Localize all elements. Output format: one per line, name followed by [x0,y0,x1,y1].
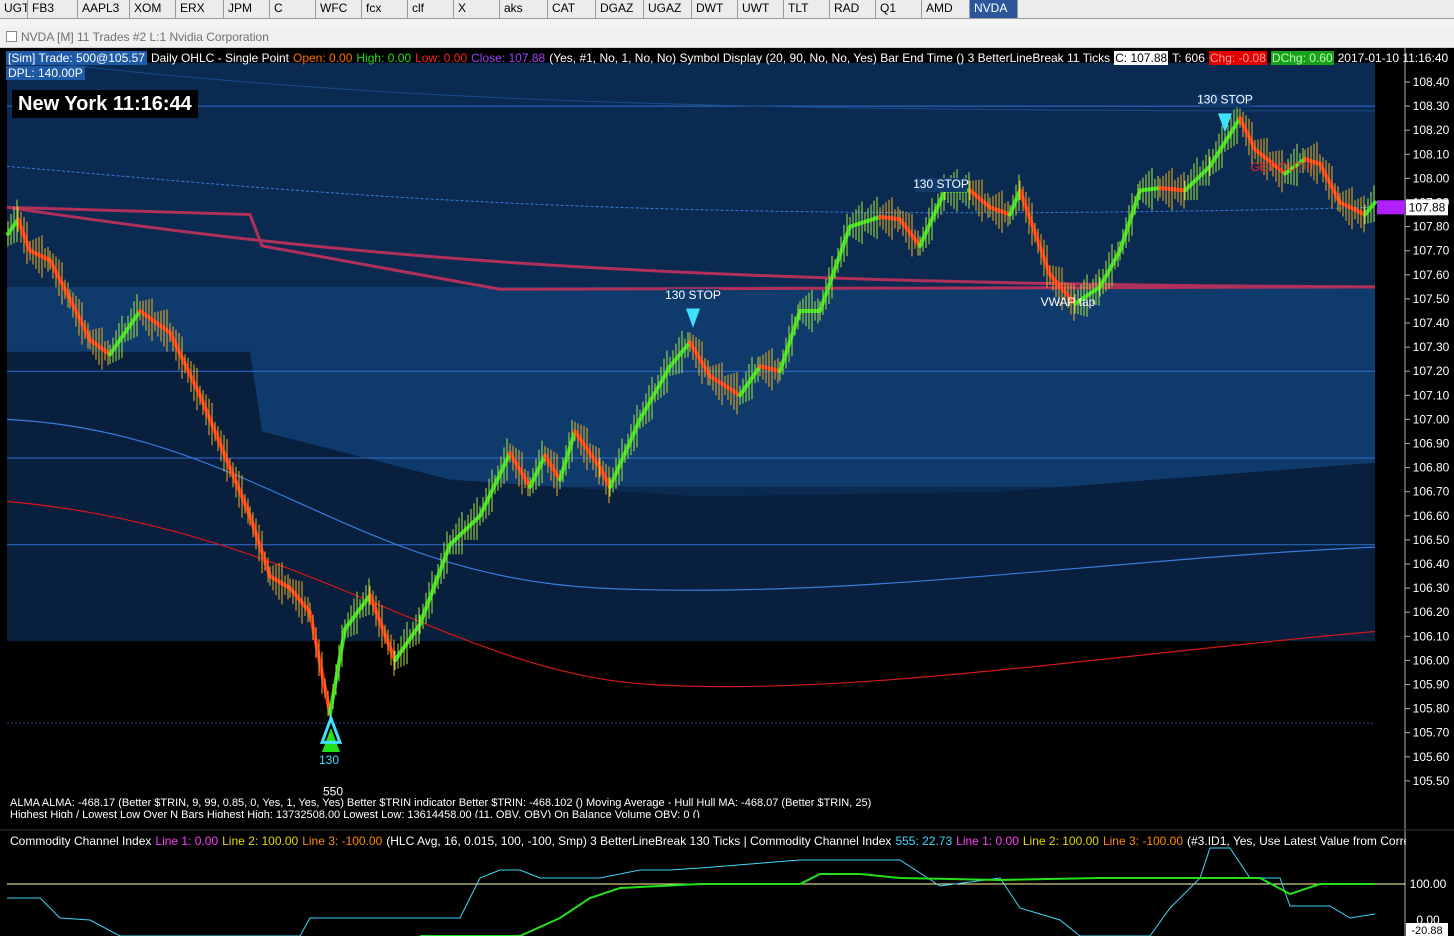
tab-cat[interactable]: CAT [548,0,596,18]
price-label: 107.10 [1413,388,1450,402]
cci-line1b: Line 1: 0.00 [956,834,1019,848]
highest-high-indicator-line: Highest High / Lowest Low Over N Bars Hi… [10,810,700,818]
dpl-badge: DPL: 140.00P [6,66,85,80]
tab-dwt[interactable]: DWT [692,0,738,18]
price-label: 106.60 [1413,509,1450,523]
close-value: Close: 107.88 [471,51,546,65]
price-label: 105.90 [1413,678,1450,692]
low-value: Low: 0.00 [415,51,468,65]
tab-tlt[interactable]: TLT [784,0,830,18]
price-label: 107.50 [1413,292,1450,306]
price-label: 106.90 [1413,437,1450,451]
price-label: 108.20 [1413,123,1450,137]
vwap-tap-label: VWAP tap [1041,295,1096,309]
alma-text: ALMA ALMA: -468.17 (Better $TRIN, 9, 99,… [10,797,872,809]
tab-nvda[interactable]: NVDA [970,0,1018,18]
cci-value: 555: 22.73 [895,834,953,848]
stop-label-1: 130 STOP [665,288,721,302]
cci-params: (HLC Avg, 16, 0.015, 100, -100, Smp) 3 B… [386,834,892,848]
price-label: 107.80 [1413,220,1450,234]
stop-label-3: 130 STOP [1197,93,1253,107]
cci-line2b: Line 2: 100.00 [1022,834,1099,848]
cci-status-line: Commodity Channel Index Line 1: 0.00 Line … [10,834,1406,848]
toolbar-gap [0,19,1454,27]
price-label: 105.50 [1413,774,1450,788]
price-label: 105.60 [1413,750,1450,764]
tab-wfc[interactable]: WFC [316,0,362,18]
cci-line3: Line 3: -100.00 [302,834,383,848]
tab-jpm[interactable]: JPM [224,0,270,18]
price-label: 106.40 [1413,557,1450,571]
highest-high-text: Highest High / Lowest Low Over N Bars Hi… [10,810,700,818]
tab-aapl3[interactable]: AAPL3 [78,0,130,18]
tab-erx[interactable]: ERX [176,0,224,18]
price-label: 106.80 [1413,461,1450,475]
price-segment [328,627,347,716]
price-label: 106.70 [1413,485,1450,499]
tick-count: T: 606 [1172,51,1205,65]
change-box: Chg: -0.08 [1208,51,1267,65]
open-value: Open: 0.00 [293,51,353,65]
tab-clf[interactable]: clf [408,0,454,18]
close-box: C: 107.88 [1114,51,1169,65]
cci-tail: (#3.ID1, Yes, Use Latest Value from Corr… [1187,834,1406,848]
price-label: 106.30 [1413,581,1450,595]
alma-indicator-line: ALMA ALMA: -468.17 (Better $TRIN, 9, 99,… [10,798,871,809]
price-label: 105.80 [1413,702,1450,716]
current-price-label: 107.88 [1409,200,1446,214]
price-label: 105.70 [1413,726,1450,740]
chart-title: NVDA [M] 11 Trades #2 L:1 Nvidia Corpora… [21,30,269,44]
current-price-marker [1377,200,1405,215]
tab-xom[interactable]: XOM [130,0,176,18]
tab-aks[interactable]: aks [500,0,548,18]
tab-dgaz[interactable]: DGAZ [596,0,644,18]
price-label: 107.30 [1413,340,1450,354]
cci-line1: Line 1: 0.00 [155,834,219,848]
price-label: 106.50 [1413,533,1450,547]
high-value: High: 0.00 [356,51,412,65]
tab-x[interactable]: X [454,0,500,18]
status-line: [Sim] Trade: 500@105.57 Daily OHLC - Sing… [6,51,1452,65]
tab-amd[interactable]: AMD [922,0,970,18]
cci-current-label: -20.88 [1411,925,1442,936]
datetime-label: 2017-01-10 11:16:40 [1337,51,1449,65]
cci-line-cyan [7,847,1376,936]
chart-title-bar: NVDA [M] 11 Trades #2 L:1 Nvidia Corpora… [0,27,1454,48]
study-params: (Yes, #1, No, 1, No, No) Symbol Display … [549,51,1111,65]
price-label: 106.20 [1413,605,1450,619]
day-change-box: DChg: 0.60 [1270,51,1334,65]
stop-label-2: 130 STOP [913,177,969,191]
price-label: 108.40 [1413,75,1450,89]
get-out-label: GET OUT!!! [1250,160,1313,174]
price-label: 107.60 [1413,268,1450,282]
price-label: 108.10 [1413,147,1450,161]
tab-uwt[interactable]: UWT [738,0,784,18]
tab-rad[interactable]: RAD [830,0,876,18]
tab-ugt3[interactable]: UGT3 [0,0,28,18]
price-label: 108.00 [1413,171,1450,185]
tab-ugaz[interactable]: UGAZ [644,0,692,18]
symbol-tab-bar: UGT3FB3AAPL3XOMERXJPMCWFCfcxclfXaksCATDG… [0,0,1454,19]
tab-fcx[interactable]: fcx [362,0,408,18]
cci-name: Commodity Channel Index [10,834,152,848]
cci-line3b: Line 3: -100.00 [1102,834,1184,848]
chart-type-label: Daily OHLC - Single Point [150,51,289,65]
cci-line2: Line 2: 100.00 [222,834,299,848]
window-icon [6,31,17,42]
sim-trade-badge[interactable]: [Sim] Trade: 500@105.57 [6,51,147,65]
price-label: 107.00 [1413,412,1450,426]
cci-line-green [420,873,1375,936]
entry-small-label: 130 [319,753,339,767]
price-label: 107.40 [1413,316,1450,330]
tab-q1[interactable]: Q1 [876,0,922,18]
tab-fb3[interactable]: FB3 [28,0,78,18]
price-label: 107.70 [1413,244,1450,258]
clock-display: New York 11:16:44 [12,90,198,118]
price-label: 107.20 [1413,364,1450,378]
price-label: 106.10 [1413,629,1450,643]
price-label: 106.00 [1413,653,1450,667]
cci-axis-100: 100.00 [1410,877,1447,891]
tab-c[interactable]: C [270,0,316,18]
price-label: 108.30 [1413,99,1450,113]
